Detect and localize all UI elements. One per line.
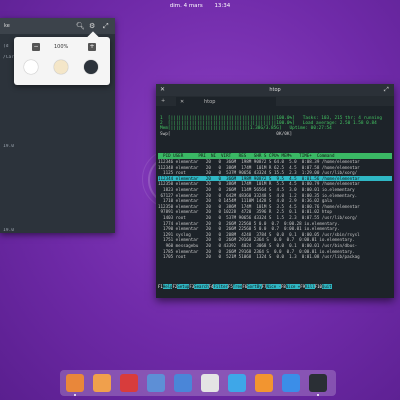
fkey-label[interactable]: Filter bbox=[213, 284, 228, 289]
terminal-icon[interactable] bbox=[309, 374, 327, 392]
photos-icon[interactable] bbox=[147, 374, 165, 392]
htop-meters: 1 [|||||||||||||||||||||||||||||||||||||… bbox=[160, 116, 390, 137]
multitasking-icon[interactable] bbox=[66, 374, 84, 392]
fkey-key[interactable]: F5 bbox=[228, 284, 233, 289]
running-indicator bbox=[317, 394, 319, 396]
htop-window-title: htop bbox=[269, 87, 281, 93]
table-row[interactable]: 960 messagebu 20 0 43392 4024 3068 S 0.0… bbox=[158, 243, 392, 249]
htop-titlebar[interactable]: ✕ htop ⤢ bbox=[156, 84, 394, 96]
maximize-icon[interactable]: ⤢ bbox=[384, 84, 389, 96]
fkey-label[interactable]: Quit bbox=[321, 284, 332, 289]
theme-dark-swatch[interactable] bbox=[84, 60, 98, 74]
tab-htop[interactable]: ✕ htop bbox=[176, 97, 276, 106]
meter-line: Swp[ 0K/0K] bbox=[160, 131, 293, 137]
table-row[interactable]: 1125 root 20 0 537M 90656 43324 S 15.5 2… bbox=[158, 170, 392, 176]
search-icon[interactable]: 🔍︎ bbox=[76, 18, 85, 34]
fkey-label[interactable]: Kill bbox=[305, 284, 315, 289]
fkey-label[interactable]: SortBy bbox=[247, 284, 262, 289]
panel-time[interactable]: 13:34 bbox=[214, 3, 230, 9]
terminal-titlebar[interactable]: ke 🔍︎ ⚙ ⤢ bbox=[0, 18, 115, 34]
music-icon[interactable] bbox=[255, 374, 273, 392]
table-row[interactable]: 112346 elementar 20 0 366M 198M 90872 S … bbox=[158, 159, 392, 165]
web-icon[interactable] bbox=[282, 374, 300, 392]
fkey-label[interactable]: Tree bbox=[232, 284, 243, 289]
zoom-in-button[interactable]: + bbox=[88, 43, 96, 51]
zoom-level[interactable]: 100% bbox=[54, 44, 68, 50]
fkey-label[interactable]: Nice + bbox=[285, 284, 301, 289]
table-row[interactable]: 1403 root 20 0 537M 90656 43324 S 1.5 2.… bbox=[158, 215, 392, 221]
new-tab-icon[interactable]: + bbox=[161, 96, 165, 106]
htop-tabbar: + ✕ htop bbox=[156, 96, 394, 106]
appcenter-icon[interactable] bbox=[228, 374, 246, 392]
htop-terminal-window[interactable]: ✕ htop ⤢ + ✕ htop 1 [|||||||||||||||||||… bbox=[156, 84, 394, 298]
theme-light-swatch[interactable] bbox=[24, 60, 38, 74]
terminal-settings-popover: − 100% + bbox=[14, 31, 110, 85]
files-icon[interactable] bbox=[93, 374, 111, 392]
process-table[interactable]: 112346 elementar 20 0 366M 198M 90872 S … bbox=[158, 159, 392, 260]
function-key-bar: F1HelpF2SetupF3SearchF4FilterF5TreeF6Sor… bbox=[158, 284, 392, 290]
tab-label: htop bbox=[204, 99, 216, 105]
panel-date[interactable]: dim. 4 mars bbox=[170, 3, 203, 9]
running-indicator bbox=[74, 394, 76, 396]
zoom-controls: − 100% + bbox=[24, 43, 102, 51]
table-row[interactable]: 1705 root 20 0 521M 51068 1324 S 0.0 1.3… bbox=[158, 254, 392, 260]
tab-close-icon[interactable]: ✕ bbox=[180, 97, 184, 107]
videos-icon[interactable] bbox=[120, 374, 138, 392]
calendar-icon[interactable] bbox=[201, 374, 219, 392]
top-panel: dim. 4 mars 13:34 bbox=[0, 0, 400, 12]
maximize-icon[interactable]: ⤢ bbox=[103, 18, 109, 34]
switchboard-icon[interactable] bbox=[174, 374, 192, 392]
dock bbox=[60, 370, 336, 396]
fkey-label[interactable]: Search bbox=[194, 284, 209, 289]
zoom-out-button[interactable]: − bbox=[32, 43, 40, 51]
terminal-title: ke bbox=[4, 23, 10, 29]
fkey-label[interactable]: Setup bbox=[177, 284, 190, 289]
fkey-label[interactable]: Nice - bbox=[266, 284, 281, 289]
terminal-line: 19.0 bbox=[3, 228, 15, 234]
fkey-key[interactable]: F10 bbox=[315, 284, 322, 289]
theme-sepia-swatch[interactable] bbox=[54, 60, 68, 74]
